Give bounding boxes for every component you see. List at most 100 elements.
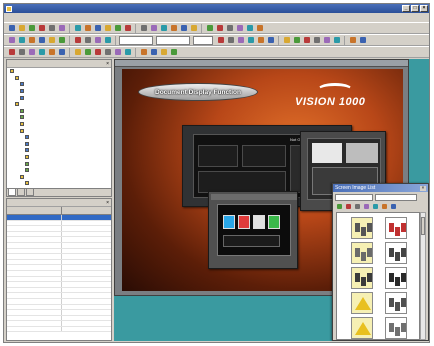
open-folder-icon[interactable] (245, 24, 254, 33)
undo-icon[interactable] (83, 24, 92, 33)
copy-icon[interactable] (57, 24, 66, 33)
grid-icon[interactable] (103, 48, 112, 57)
thumb-conveyor[interactable] (351, 267, 373, 289)
property-value[interactable] (62, 265, 111, 270)
grid-icon[interactable] (139, 24, 148, 33)
paste-icon[interactable] (17, 36, 26, 45)
send-back-icon[interactable] (282, 36, 291, 45)
property-value[interactable] (62, 226, 111, 231)
property-value[interactable] (62, 288, 111, 293)
thumb-tank[interactable] (351, 242, 373, 264)
zoom-out-icon[interactable] (93, 48, 102, 57)
tree-item[interactable] (7, 134, 111, 141)
filter-icon[interactable] (389, 203, 397, 210)
property-value[interactable] (62, 249, 111, 254)
subcategory-dropdown[interactable] (375, 193, 417, 201)
property-value[interactable] (62, 310, 111, 315)
cut-icon[interactable] (17, 48, 26, 57)
property-value[interactable] (62, 260, 111, 265)
group-icon[interactable] (205, 24, 214, 33)
tab-objects[interactable] (17, 189, 25, 196)
align-center-icon[interactable] (123, 48, 132, 57)
line-width-combo[interactable] (193, 35, 213, 45)
thumb-machine[interactable] (351, 217, 373, 239)
document-display-banner[interactable]: Document Display Function (138, 83, 258, 101)
property-value[interactable] (62, 243, 111, 248)
tree-item[interactable] (7, 180, 111, 187)
thumb-sign[interactable] (351, 317, 373, 339)
align-right-icon[interactable] (256, 36, 265, 45)
new-file-icon[interactable] (235, 24, 244, 33)
bring-front-icon[interactable] (266, 36, 275, 45)
ungroup-icon[interactable] (215, 24, 224, 33)
thumb-gauge[interactable] (385, 242, 407, 264)
align-right-icon[interactable] (169, 24, 178, 33)
layer-combo[interactable] (156, 35, 190, 45)
zoom-in-icon[interactable] (113, 24, 122, 33)
undo-icon[interactable] (47, 48, 56, 57)
tree-item[interactable] (7, 108, 111, 115)
refresh-icon[interactable] (380, 203, 388, 210)
redo-icon[interactable] (93, 24, 102, 33)
property-value[interactable] (62, 221, 111, 226)
tree-item[interactable] (7, 167, 111, 174)
paste-icon[interactable] (37, 48, 46, 57)
save-icon[interactable] (348, 36, 357, 45)
redo-icon[interactable] (57, 48, 66, 57)
save-icon[interactable] (27, 24, 36, 33)
tab-project[interactable] (8, 189, 16, 196)
property-value[interactable] (62, 237, 111, 242)
close-icon[interactable]: × (106, 61, 109, 67)
palette-title-bar[interactable]: Screen Image List × (333, 184, 428, 192)
copy-icon[interactable] (27, 48, 36, 57)
palette-scrollbar[interactable] (420, 212, 426, 340)
property-value[interactable] (62, 299, 111, 304)
open-folder-icon[interactable] (332, 36, 341, 45)
group-icon[interactable] (292, 36, 301, 45)
property-value[interactable] (62, 271, 111, 276)
category-dropdown[interactable] (335, 193, 373, 201)
bring-front-icon[interactable] (179, 24, 188, 33)
tree-item[interactable] (7, 81, 111, 88)
property-value[interactable] (62, 232, 111, 237)
send-back-icon[interactable] (189, 24, 198, 33)
zoom-in-icon[interactable] (83, 48, 92, 57)
find-icon[interactable] (103, 24, 112, 33)
tree-item[interactable] (7, 154, 111, 161)
close-icon[interactable]: × (106, 200, 109, 206)
tree-item[interactable] (7, 68, 111, 75)
grid-icon[interactable] (226, 36, 235, 45)
import-icon[interactable] (353, 203, 361, 210)
property-value[interactable] (62, 215, 111, 220)
maximize-button[interactable]: □ (411, 5, 419, 12)
list-view-icon[interactable] (335, 203, 343, 210)
thumbnail-view-icon[interactable] (344, 203, 352, 210)
tree-item[interactable] (7, 147, 111, 154)
tree-item[interactable] (7, 75, 111, 82)
tree-item[interactable] (7, 174, 111, 181)
title-bar[interactable]: _ □ × (4, 4, 429, 13)
tree-item[interactable] (7, 127, 111, 134)
minimize-button[interactable]: _ (402, 5, 410, 12)
zoom-out-icon[interactable] (123, 24, 132, 33)
ungroup-icon[interactable] (302, 36, 311, 45)
property-value[interactable] (62, 277, 111, 282)
zoom-out-icon[interactable] (216, 36, 225, 45)
screen-editor-caption[interactable] (115, 60, 408, 67)
bring-front-icon[interactable] (149, 48, 158, 57)
property-value[interactable] (62, 254, 111, 259)
align-left-icon[interactable] (236, 36, 245, 45)
print-icon[interactable] (37, 24, 46, 33)
tree-item[interactable] (7, 121, 111, 128)
align-center-icon[interactable] (159, 24, 168, 33)
property-value[interactable] (62, 305, 111, 310)
zoom-in-icon[interactable] (57, 36, 66, 45)
thumb-warning[interactable] (351, 292, 373, 314)
close-button[interactable]: × (420, 5, 428, 12)
close-icon[interactable]: × (420, 185, 426, 191)
property-value[interactable] (62, 316, 111, 321)
new-file-icon[interactable] (322, 36, 331, 45)
send-back-icon[interactable] (159, 48, 168, 57)
align-left-icon[interactable] (113, 48, 122, 57)
align-right-icon[interactable] (139, 48, 148, 57)
